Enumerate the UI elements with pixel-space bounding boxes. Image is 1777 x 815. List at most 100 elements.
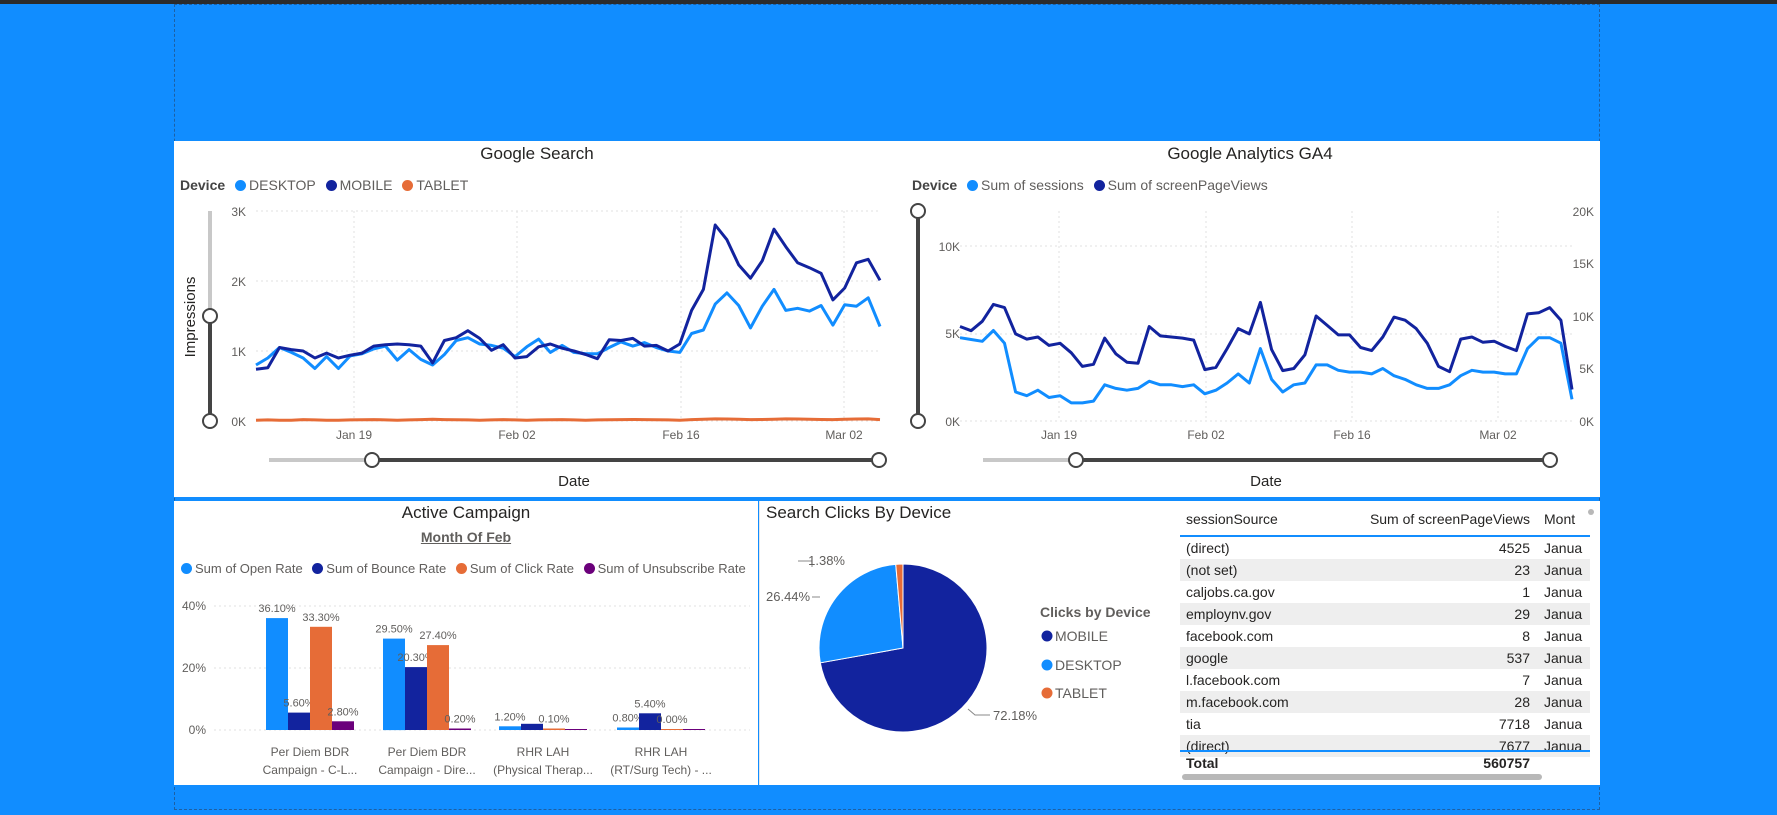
table-row[interactable]: (not set) 23 Janua	[1180, 559, 1590, 581]
bar-unsubscribe-rate[interactable]	[449, 728, 471, 731]
category-label: Campaign - Dire...	[378, 763, 475, 777]
y-tick-label: 40%	[182, 599, 206, 613]
bar-click-rate[interactable]	[661, 729, 683, 730]
y-tick-label: 0%	[189, 723, 207, 737]
active-campaign-panel[interactable]: Active Campaign Month Of Feb Sum of Open…	[174, 501, 758, 785]
table-row[interactable]: tia 7718 Janua	[1180, 713, 1590, 735]
window-top-bar	[0, 0, 1777, 4]
table-row[interactable]: m.facebook.com 28 Janua	[1180, 691, 1590, 713]
total-label: Total	[1186, 755, 1219, 771]
table-cell: Janua	[1544, 694, 1583, 710]
y-right-tick-label: 15K	[1573, 257, 1594, 271]
category-label: RHR LAH	[517, 745, 570, 759]
bar-unsubscribe-rate[interactable]	[565, 729, 587, 730]
y-zoom-slider-handle-bottom[interactable]	[910, 413, 926, 429]
x-tick-label: Feb 02	[1187, 428, 1225, 442]
bar-unsubscribe-rate[interactable]	[332, 721, 354, 730]
leader-line	[967, 708, 990, 716]
google-search-chart[interactable]: Impressions Date 3K 2K 1K 0K Jan 19 Feb …	[174, 141, 900, 497]
bar-unsubscribe-rate[interactable]	[683, 729, 705, 730]
x-zoom-slider-handle-left[interactable]	[364, 452, 380, 468]
bar-data-label: 5.40%	[634, 698, 665, 710]
table-cell: 23	[1514, 562, 1530, 578]
search-clicks-panel[interactable]: Search Clicks By Device 72.18% 26.44% 1.…	[759, 501, 1178, 785]
ga4-chart[interactable]: Date 10K 5K 0K 20K 15K 10K 5K 0K Jan 19 …	[900, 141, 1600, 497]
y-right-tick-label: 10K	[1573, 310, 1594, 324]
table-cell: tia	[1186, 716, 1201, 732]
session-source-table[interactable]: sessionSource Sum of screenPageViews Mon…	[1180, 505, 1590, 781]
y-zoom-slider-handle-top[interactable]	[910, 203, 926, 219]
table-cell: 7718	[1498, 716, 1530, 732]
y-tick-label: 0K	[231, 415, 246, 429]
x-tick-label: Jan 19	[336, 428, 372, 442]
mobile-dot-icon	[1041, 630, 1053, 642]
x-axis-label: Date	[1250, 473, 1282, 490]
table-row[interactable]: employnv.gov 29 Janua	[1180, 603, 1590, 625]
series-line-tablet[interactable]	[255, 417, 881, 422]
y-zoom-slider-handle-top[interactable]	[202, 308, 218, 324]
table-cell: 28	[1514, 694, 1530, 710]
table-cell: 537	[1506, 650, 1530, 666]
table-row[interactable]: (direct) 4525 Janua	[1180, 537, 1590, 559]
x-zoom-slider-handle-right[interactable]	[1542, 452, 1558, 468]
table-cell: 7	[1522, 672, 1530, 688]
pie-label-mobile: 72.18%	[993, 708, 1038, 723]
y-zoom-slider-handle-bottom[interactable]	[202, 413, 218, 429]
x-tick-label: Feb 16	[662, 428, 700, 442]
x-zoom-slider-handle-right[interactable]	[871, 452, 887, 468]
bar-open-rate[interactable]	[266, 618, 288, 730]
table-cell: Janua	[1544, 606, 1583, 622]
table-cell: (not set)	[1186, 562, 1238, 578]
pie-legend-title: Clicks by Device	[1040, 604, 1151, 620]
x-zoom-slider-handle-left[interactable]	[1068, 452, 1084, 468]
y-right-tick-label: 20K	[1573, 205, 1594, 219]
bar-click-rate[interactable]	[543, 728, 565, 731]
y-left-tick-label: 10K	[939, 240, 960, 254]
table-cell: Janua	[1544, 540, 1583, 556]
table-header: sessionSource Sum of screenPageViews Mon…	[1180, 505, 1590, 537]
x-tick-label: Feb 02	[498, 428, 536, 442]
active-campaign-chart[interactable]: 40% 20% 0% 36.10%5.60%33.30%2.80%29.50%2…	[174, 501, 758, 785]
bar-bounce-rate[interactable]	[288, 712, 310, 730]
y-axis-label: Impressions	[182, 277, 199, 358]
y-left-tick-label: 0K	[945, 415, 960, 429]
table-row[interactable]: facebook.com 8 Janua	[1180, 625, 1590, 647]
series-lines	[255, 223, 882, 422]
session-source-table-panel[interactable]: sessionSource Sum of screenPageViews Mon…	[1178, 501, 1600, 785]
header-month[interactable]: Mont	[1544, 511, 1588, 527]
table-row[interactable]: l.facebook.com 7 Janua	[1180, 669, 1590, 691]
total-value: 560757	[1483, 755, 1530, 771]
pie-legend-desktop[interactable]: DESKTOP	[1055, 657, 1122, 673]
horizontal-scrollbar[interactable]	[1182, 774, 1542, 780]
bar-data-label: 0.20%	[444, 714, 475, 726]
table-row[interactable]: caljobs.ca.gov 1 Janua	[1180, 581, 1590, 603]
header-session-source[interactable]: sessionSource	[1186, 511, 1278, 527]
header-page-views[interactable]: Sum of screenPageViews	[1370, 511, 1530, 527]
series-line-pageviews[interactable]	[959, 300, 1574, 390]
search-clicks-pie-chart[interactable]: 72.18% 26.44% 1.38% Clicks by Device MOB…	[760, 501, 1179, 785]
bar-open-rate[interactable]	[617, 727, 639, 731]
table-cell: Janua	[1544, 716, 1583, 732]
bar-open-rate[interactable]	[499, 726, 521, 730]
vertical-scrollbar-thumb[interactable]	[1588, 509, 1594, 515]
x-tick-label: Mar 02	[1479, 428, 1517, 442]
bar-data-label: 1.20%	[494, 711, 525, 723]
y-tick-label: 20%	[182, 661, 206, 675]
bar-bounce-rate[interactable]	[405, 667, 427, 730]
y-left-tick-label: 5K	[945, 327, 960, 341]
pie-legend-mobile[interactable]: MOBILE	[1055, 628, 1108, 644]
google-search-panel[interactable]: Google Search Device DESKTOP MOBILE TABL…	[174, 141, 900, 497]
bars: 36.10%5.60%33.30%2.80%29.50%20.30%27.40%…	[258, 603, 705, 731]
bar-data-label: 2.80%	[327, 706, 358, 718]
ga4-panel[interactable]: Google Analytics GA4 Device Sum of sessi…	[900, 141, 1600, 497]
table-cell: Janua	[1544, 650, 1583, 666]
pie-slice-desktop[interactable]	[818, 563, 904, 664]
desktop-dot-icon	[1041, 659, 1053, 671]
series-lines	[959, 300, 1574, 405]
table-row[interactable]: google 537 Janua	[1180, 647, 1590, 669]
y-right-tick-label: 0K	[1579, 415, 1594, 429]
y-tick-label: 2K	[231, 275, 246, 289]
pie-legend-tablet[interactable]: TABLET	[1055, 685, 1107, 701]
table-cell: employnv.gov	[1186, 606, 1272, 622]
gridlines	[256, 210, 880, 422]
